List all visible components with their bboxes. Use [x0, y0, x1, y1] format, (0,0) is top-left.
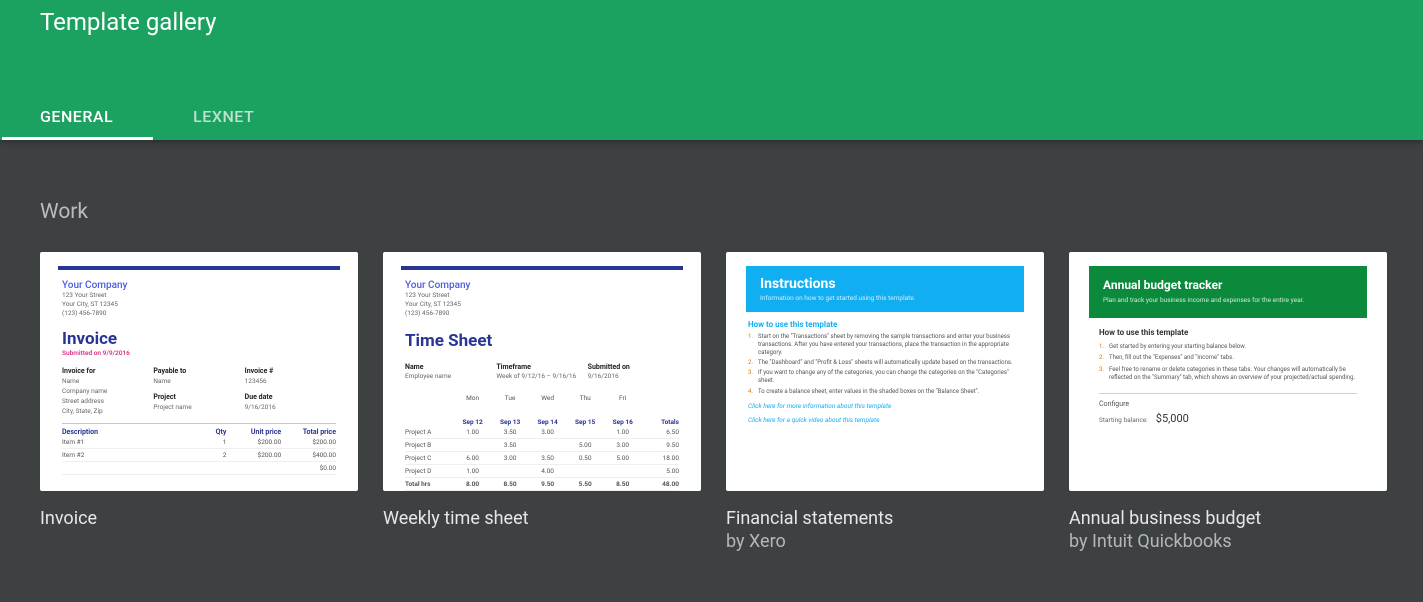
template-subtitle: by Intuit Quickbooks: [1069, 530, 1387, 554]
table-row: Project C6.003.003.500.505.0018.00: [405, 452, 679, 465]
table-row: Project D1.004.005.00: [405, 465, 679, 478]
table-row: Item #11$200.00$200.00: [62, 436, 336, 449]
header-bar: Template gallery GENERAL LEXNET: [0, 0, 1423, 140]
template-thumbnail: Your Company 123 Your Street Your City, …: [40, 252, 358, 491]
thumb-company: Your Company: [62, 280, 336, 291]
page-title: Template gallery: [40, 5, 1423, 36]
template-title: Weekly time sheet: [383, 509, 701, 530]
template-title: Financial statements: [726, 509, 1044, 530]
table-row: Item #22$200.00$400.00: [62, 449, 336, 462]
template-card-financial[interactable]: Instructions Information on how to get s…: [726, 252, 1044, 554]
tabs: GENERAL LEXNET: [0, 92, 294, 140]
template-card-invoice[interactable]: Your Company 123 Your Street Your City, …: [40, 252, 358, 554]
table-row: $0.00: [62, 462, 336, 475]
template-card-row: Your Company 123 Your Street Your City, …: [40, 252, 1383, 554]
template-card-budget[interactable]: Annual budget tracker Plan and track you…: [1069, 252, 1387, 554]
content-area: Work Your Company 123 Your Street Your C…: [0, 140, 1423, 554]
template-title: Annual business budget: [1069, 509, 1387, 530]
table-row: Project B3.505.003.009.50: [405, 439, 679, 452]
template-subtitle: by Xero: [726, 530, 1044, 554]
template-thumbnail: Instructions Information on how to get s…: [726, 252, 1044, 491]
template-thumbnail: Annual budget tracker Plan and track you…: [1069, 252, 1387, 491]
tab-general[interactable]: GENERAL: [0, 92, 153, 140]
table-row: Total hrs8.008.509.505.508.5048.00: [405, 478, 679, 491]
template-title: Invoice: [40, 509, 358, 530]
template-card-timesheet[interactable]: Your Company 123 Your Street Your City, …: [383, 252, 701, 554]
tab-lexnet[interactable]: LEXNET: [153, 92, 294, 140]
template-thumbnail: Your Company 123 Your Street Your City, …: [383, 252, 701, 491]
section-title-work: Work: [40, 200, 1383, 224]
table-row: Project A1.003.503.001.006.50: [405, 426, 679, 439]
